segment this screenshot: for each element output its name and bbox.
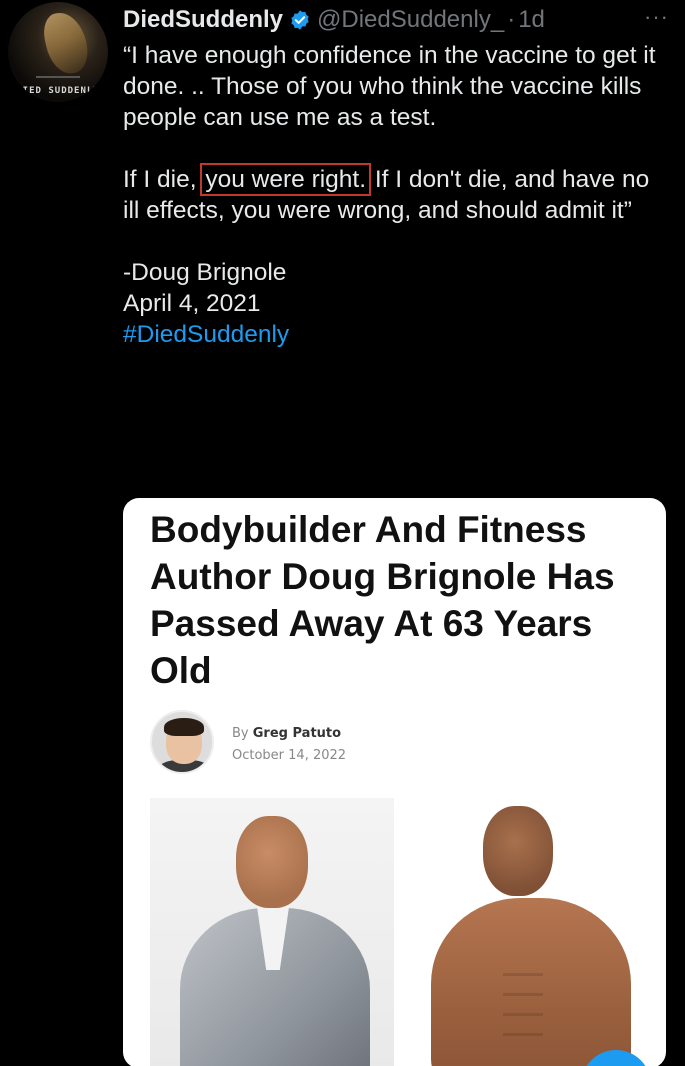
byline-prefix: By (232, 726, 249, 741)
verified-badge-icon (291, 10, 309, 30)
quote-paragraph: “I have enough confidence in the vaccine… (123, 42, 656, 131)
more-options-icon[interactable]: ··· (644, 4, 669, 30)
handle[interactable]: @DiedSuddenly_ (317, 6, 504, 34)
quote-paragraph-2: If I die, you were right. If I don't die… (123, 163, 668, 226)
tweet-text: “I have enough confidence in the vaccine… (123, 40, 668, 350)
hashtag-link[interactable]: #DiedSuddenly (123, 319, 668, 350)
author-name: Greg Patuto (252, 726, 342, 741)
avatar[interactable]: DIED SUDDENLY (8, 2, 108, 102)
tweet: DIED SUDDENLY DiedSuddenly @DiedSuddenly… (0, 0, 685, 1066)
article-headline: Bodybuilder And Fitness Author Doug Brig… (150, 509, 615, 691)
quote-text: If I die, (123, 166, 197, 193)
tweet-header: DiedSuddenly @DiedSuddenly_ · 1d ··· (123, 4, 669, 36)
suit-photo (150, 798, 394, 1066)
timestamp[interactable]: 1d (518, 6, 545, 34)
quote-date: April 4, 2021 (123, 290, 261, 317)
article-image-card[interactable]: Bodybuilder And Fitness Author Doug Brig… (123, 498, 666, 1066)
byline: By Greg Patuto (232, 726, 341, 741)
divider (36, 76, 80, 78)
attribution: -Doug Brignole (123, 259, 287, 286)
highlighted-text: you were right. (200, 163, 372, 196)
quote-text: If I don't die, and have no ill effects,… (123, 166, 650, 224)
display-name[interactable]: DiedSuddenly (123, 6, 283, 34)
statue-image (39, 8, 93, 78)
shirtless-photo (401, 798, 651, 1066)
avatar-label: DIED SUDDENLY (16, 86, 100, 96)
separator: · (507, 6, 516, 33)
article-date: October 14, 2022 (232, 748, 347, 763)
author-avatar (150, 710, 214, 774)
